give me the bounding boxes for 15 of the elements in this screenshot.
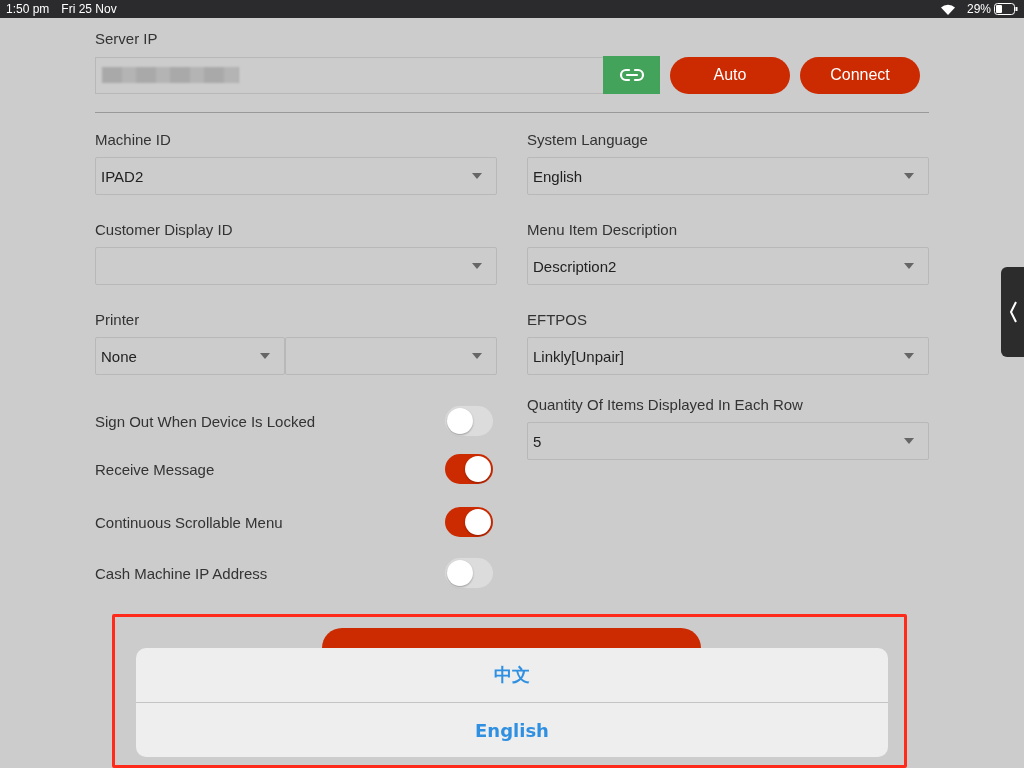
status-time: 1:50 pm xyxy=(6,2,50,16)
toggle-label: Sign Out When Device Is Locked xyxy=(95,412,316,430)
field-label: Machine ID xyxy=(95,131,172,149)
battery-percent: 29% xyxy=(966,2,991,16)
field-label: System Language xyxy=(527,131,649,149)
field-label: Customer Display ID xyxy=(95,221,234,239)
field-label: Printer xyxy=(95,311,141,329)
toggle-label: Continuous Scrollable Menu xyxy=(95,513,283,531)
toggle-label: Receive Message xyxy=(95,460,215,478)
field-label: Quantity Of Items Displayed In Each Row xyxy=(527,396,804,414)
field-label: Server IP xyxy=(95,30,159,48)
field-label: EFTPOS xyxy=(527,311,588,329)
toggle-label: Cash Machine IP Address xyxy=(95,564,268,582)
field-label: Menu Item Description xyxy=(527,221,679,239)
status-date: Fri 25 Nov xyxy=(61,2,117,16)
